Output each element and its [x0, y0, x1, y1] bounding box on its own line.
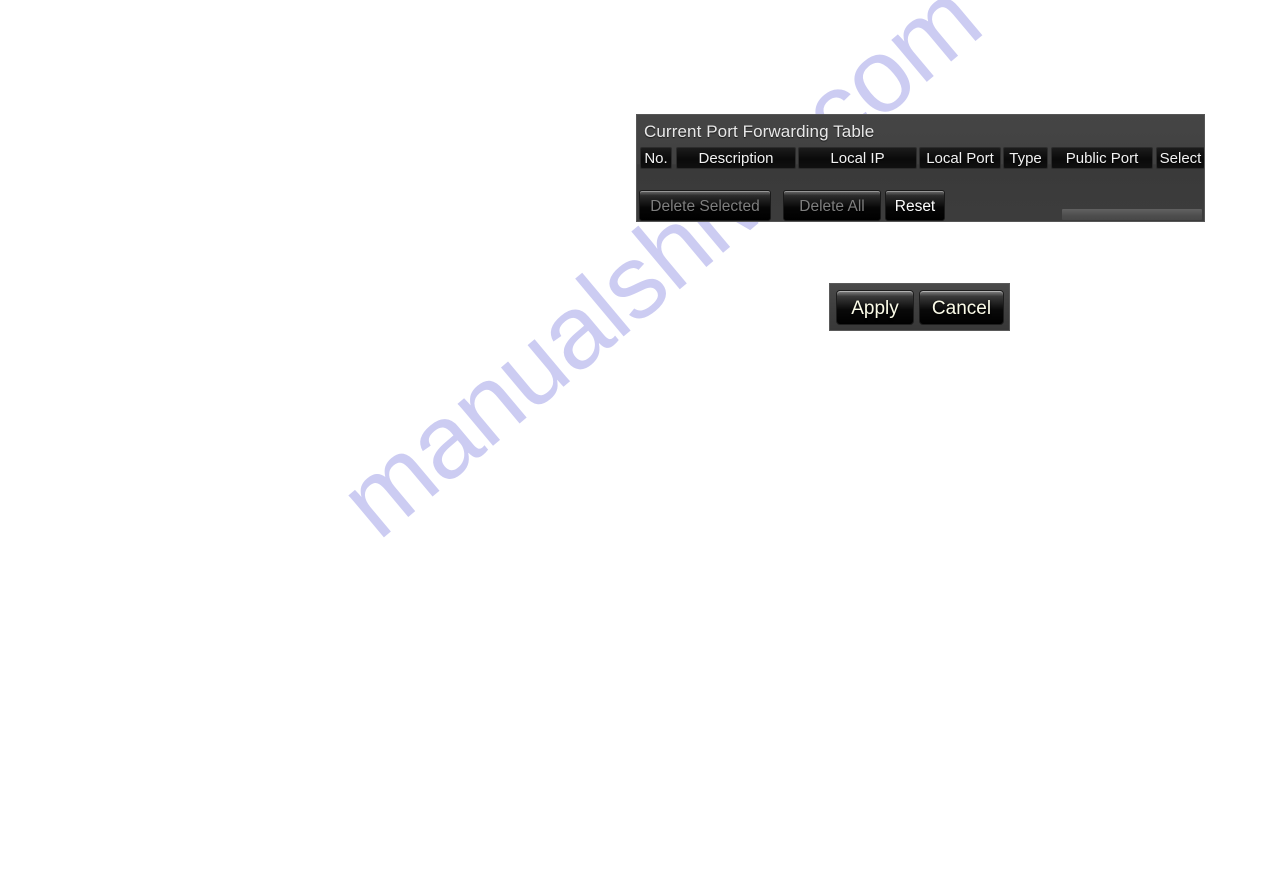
current-port-forwarding-table-panel: Current Port Forwarding Table No. Descrip… — [636, 114, 1205, 222]
panel-title: Current Port Forwarding Table — [644, 122, 875, 141]
delete-all-button: Delete All — [783, 190, 881, 221]
table-header-cell-local-ip[interactable]: Local IP — [798, 147, 917, 169]
apply-button[interactable]: Apply — [836, 290, 914, 325]
panel-bottom-strip — [1062, 209, 1202, 220]
table-header-cell-no[interactable]: No. — [640, 147, 672, 169]
watermark-text: manualshive.com — [318, 0, 1002, 560]
table-header-cell-type[interactable]: Type — [1003, 147, 1048, 169]
table-header-cell-select[interactable]: Select — [1156, 147, 1204, 169]
reset-button[interactable]: Reset — [885, 190, 945, 221]
table-header-cell-description[interactable]: Description — [676, 147, 796, 169]
apply-cancel-bar: Apply Cancel — [829, 283, 1010, 331]
table-header-row: No. Description Local IP Local Port Type Publ… — [640, 147, 1204, 169]
table-header-cell-public-port[interactable]: Public Port — [1051, 147, 1153, 169]
cancel-button[interactable]: Cancel — [919, 290, 1004, 325]
delete-selected-button: Delete Selected — [639, 190, 771, 221]
table-header-cell-local-port[interactable]: Local Port — [919, 147, 1001, 169]
